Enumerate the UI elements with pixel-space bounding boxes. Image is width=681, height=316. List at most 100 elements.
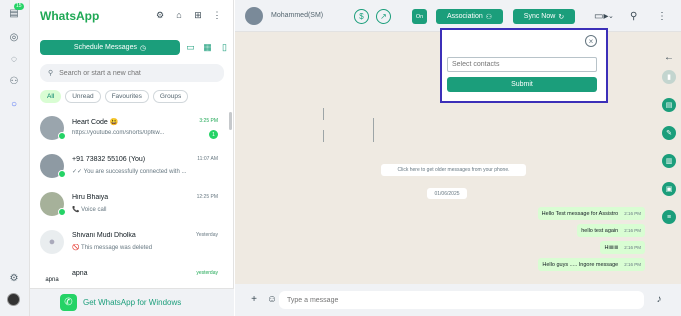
search-icon: ⚲ (48, 70, 54, 77)
get-older-messages-link[interactable]: Click here to get older messages from yo… (381, 164, 526, 176)
status-icon[interactable]: ◎ (7, 30, 21, 44)
chat-item[interactable]: Heart Code 😃 https://youtube.com/shorts/… (30, 110, 230, 148)
chevron-down-icon[interactable]: ⌄ (608, 9, 614, 23)
chat-time: yesterday (196, 270, 218, 276)
profile-avatar[interactable] (7, 293, 20, 306)
sync-now-button[interactable]: Sync Now ↻ (513, 9, 575, 24)
default-avatar-icon: ● (40, 230, 64, 254)
search-icon[interactable]: ⚲ (630, 9, 637, 23)
chat-item[interactable]: +91 73832 55106 (You) ✓✓ You are success… (30, 148, 230, 186)
chat-name: Shivani Mudi Dholka (72, 232, 136, 239)
calendar-icon[interactable]: ▦ (202, 40, 213, 54)
submit-button[interactable]: Submit (447, 77, 597, 92)
image-icon[interactable]: ▣ (662, 182, 676, 196)
meta-ai-icon[interactable]: ○ (7, 97, 21, 111)
message-bubble: hello test again 2:16 PM (577, 224, 645, 237)
clipboard-icon[interactable]: ▯ (219, 40, 230, 54)
toggle-on-button[interactable]: On (412, 9, 427, 24)
chat-list: Heart Code 😃 https://youtube.com/shorts/… (30, 110, 230, 300)
chat-name: apna (72, 270, 88, 277)
message-time: 2:16 PM (624, 262, 641, 267)
chat-name: Heart Code 😃 (72, 119, 119, 126)
message-text: Hiiiiiiii (604, 244, 619, 251)
search-input[interactable] (59, 69, 210, 77)
message-composer: + ☺ ♪ (235, 284, 681, 316)
chip-unread[interactable]: Unread (65, 90, 101, 103)
get-windows-label: Get WhatsApp for Windows (83, 298, 182, 307)
bookmark-icon[interactable]: ▮ (662, 70, 676, 84)
schedule-messages-button[interactable]: Schedule Messages ◷ (40, 40, 180, 55)
list-icon[interactable]: ≡ (662, 210, 676, 224)
chat-preview: ✓✓ You are successfully connected with .… (72, 169, 187, 175)
date-divider: 01/06/2025 (427, 188, 467, 199)
decor-divider (373, 130, 374, 142)
settings-icon[interactable]: ⚙ (7, 271, 21, 285)
filter-chips: All Unread Favourites Groups (40, 90, 189, 103)
edit-icon[interactable]: ✎ (662, 126, 676, 140)
whatsapp-logo-icon: ✆ (60, 294, 77, 311)
association-button[interactable]: Association ⚇ (436, 9, 503, 24)
message-text: Hello Test message for Assistro (541, 210, 619, 217)
search-bar: ⚲ (40, 64, 224, 82)
chip-groups[interactable]: Groups (152, 90, 189, 103)
chip-favourites[interactable]: Favourites (104, 90, 149, 103)
plus-icon[interactable]: + (248, 293, 260, 305)
message-bubble: Hiiiiiiii 2:16 PM (600, 241, 645, 254)
menu-icon[interactable]: ⋮ (657, 9, 667, 23)
chat-item[interactable]: ● Shivani Mudi Dholka 🚫 This message was… (30, 224, 230, 262)
sync-label: Sync Now (523, 13, 556, 20)
chat-name: Hiru Bhaiya (72, 194, 109, 201)
home-icon[interactable]: ⌂ (173, 9, 185, 21)
chip-all[interactable]: All (40, 90, 62, 103)
select-contacts-popup: × Submit (440, 28, 608, 103)
contact-name[interactable]: Mohammed(SM) (271, 12, 323, 19)
gear-icon[interactable]: ⚙ (154, 9, 166, 21)
chat-preview: 🚫 This message was deleted (72, 245, 153, 251)
selected-dot (58, 170, 66, 178)
message-text: Hello guys ..... Ingore message (542, 261, 619, 268)
message-time: 2:16 PM (624, 228, 641, 233)
decor-divider (373, 118, 374, 130)
chat-preview: https://youtube.com/shorts/0pfkw... (72, 130, 165, 136)
app-title: WhatsApp (40, 9, 100, 23)
decor-divider (323, 130, 324, 142)
message-bubble: Hello Test message for Assistro 2:16 PM (537, 207, 645, 220)
video-call-icon[interactable]: ▭▸ (594, 9, 608, 23)
chat-item[interactable]: Hiru Bhaiya 📞 Voice call 12:25 PM (30, 186, 230, 224)
external-link-icon[interactable]: ↗ (376, 9, 391, 24)
new-chat-icon[interactable]: ⊞ (192, 9, 204, 21)
sidebar-header-actions: ⚙ ⌂ ⊞ ⋮ (154, 9, 223, 21)
contacts-input[interactable] (447, 57, 597, 72)
menu-icon[interactable]: ⋮ (211, 9, 223, 21)
selected-dot (58, 132, 66, 140)
message-icon[interactable]: ▭ (185, 40, 196, 54)
document-icon[interactable]: ▤ (662, 98, 676, 112)
chat-list-scrollbar[interactable] (229, 112, 232, 130)
add-user-icon: ⚇ (485, 13, 493, 21)
extension-toolbar: ▮ ▤ ✎ ▥ ▣ ≡ (660, 48, 681, 298)
close-icon[interactable]: × (585, 35, 597, 47)
schedule-label: Schedule Messages (73, 44, 137, 51)
communities-icon[interactable]: ⚇ (7, 74, 21, 88)
message-time: 2:16 PM (624, 211, 641, 216)
chat-time: 12:25 PM (196, 194, 218, 200)
message-bubble: Hello guys ..... Ingore message 2:16 PM (538, 258, 645, 271)
message-time: 2:16 PM (624, 245, 641, 250)
sticker-icon[interactable]: ☺ (266, 293, 278, 305)
get-windows-banner[interactable]: ✆ Get WhatsApp for Windows (30, 288, 234, 316)
chat-time: 11:07 AM (197, 156, 218, 162)
chat-name: +91 73832 55106 (You) (72, 156, 146, 163)
chat-time: 3:25 PM (199, 118, 218, 124)
message-text: hello test again (581, 227, 619, 234)
refresh-icon: ↻ (558, 13, 565, 21)
chat-list-panel: WhatsApp ⚙ ⌂ ⊞ ⋮ Schedule Messages ◷ ▭ ▦… (30, 0, 245, 316)
message-input[interactable] (279, 291, 644, 309)
unread-count: 1 (209, 130, 218, 139)
decor-divider (323, 108, 324, 120)
columns-icon[interactable]: ▥ (662, 154, 676, 168)
unread-badge: 15 (14, 3, 24, 10)
plugin-icon[interactable]: $ (354, 9, 369, 24)
channels-icon[interactable]: ◌ (7, 52, 21, 66)
contact-avatar[interactable] (245, 7, 263, 25)
chat-preview: 📞 Voice call (72, 207, 107, 213)
